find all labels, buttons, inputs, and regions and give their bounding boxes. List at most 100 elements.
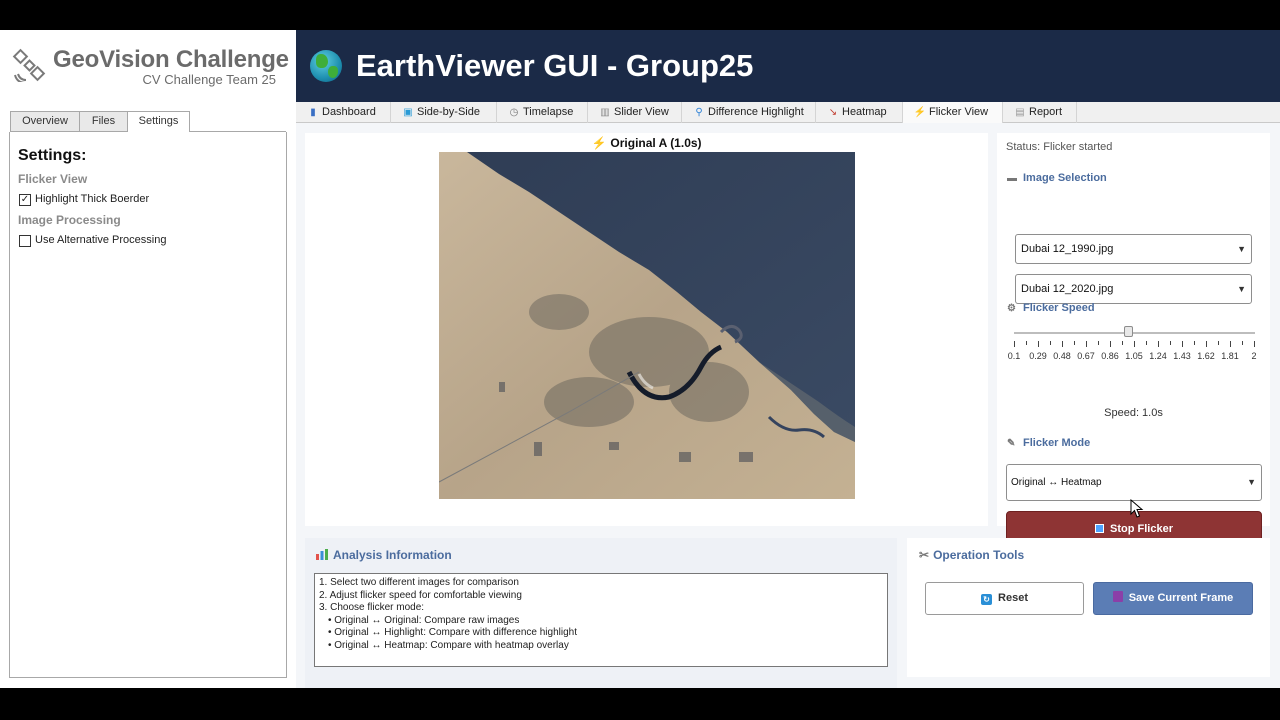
- slider-tick-label: 2: [1251, 351, 1257, 361]
- slider-tick-label: 1.43: [1173, 351, 1191, 361]
- slider-tick-label: 1.62: [1197, 351, 1215, 361]
- image-selection-label: Image Selection: [1023, 172, 1107, 184]
- magnifier-icon: ⚲: [695, 107, 703, 118]
- slider-major-tick: [1134, 341, 1135, 347]
- tab-report[interactable]: ▤ Report: [1003, 102, 1077, 123]
- bar-chart-icon: [316, 549, 328, 560]
- chevron-down-icon: ▼: [1247, 477, 1256, 487]
- tab-flicker-view-label: Flicker View: [929, 106, 989, 118]
- flicker-speed-header: ⚙ Flicker Speed: [1007, 302, 1095, 314]
- sidebar-tabs: Overview Files Settings: [10, 111, 286, 133]
- slider-major-tick: [1014, 341, 1015, 347]
- slider-tick-label: 0.86: [1101, 351, 1119, 361]
- tab-heatmap-label: Heatmap: [842, 106, 887, 118]
- analysis-title: Analysis Information: [333, 548, 452, 562]
- mouse-cursor-icon: [1130, 499, 1144, 518]
- app-window: GeoVision Challenge CV Challenge Team 25…: [0, 30, 1280, 688]
- slider-major-tick: [1110, 341, 1111, 347]
- floppy-disk-icon: [1112, 591, 1123, 602]
- slider-minor-tick: [1074, 341, 1075, 345]
- slider-major-tick: [1038, 341, 1039, 347]
- analysis-line: • Original ↔ Original: Compare raw image…: [328, 614, 520, 626]
- operation-tools-header: ✂ Operation Tools: [919, 548, 1024, 562]
- image-a-value: Dubai 12_1990.jpg: [1021, 243, 1114, 255]
- highlight-thick-border-label: Highlight Thick Boerder: [35, 193, 150, 205]
- tab-overview[interactable]: Overview: [10, 111, 80, 132]
- analysis-text-box: 1. Select two different images for compa…: [314, 573, 888, 667]
- tab-slider-view-label: Slider View: [614, 106, 669, 118]
- stop-flicker-label: Stop Flicker: [1110, 523, 1173, 535]
- logo-subtitle: CV Challenge Team 25: [142, 72, 276, 87]
- save-frame-button[interactable]: Save Current Frame: [1093, 582, 1253, 615]
- tab-difference-highlight[interactable]: ⚲ Difference Highlight: [682, 102, 816, 123]
- slider-minor-tick: [1050, 341, 1051, 345]
- checkbox-unchecked-icon[interactable]: [19, 235, 31, 247]
- slider-minor-tick: [1122, 341, 1123, 345]
- slider-major-tick: [1062, 341, 1063, 347]
- flicker-view-section-label: Flicker View: [18, 172, 88, 186]
- slider-major-tick: [1182, 341, 1183, 347]
- split-view-icon: ▣: [403, 107, 413, 118]
- alternative-processing-label: Use Alternative Processing: [35, 234, 167, 246]
- slider-minor-tick: [1170, 341, 1171, 345]
- flicker-speed-slider-handle[interactable]: [1124, 326, 1134, 337]
- refresh-icon: ↻: [981, 594, 993, 605]
- globe-icon: [310, 50, 342, 82]
- app-title: EarthViewer GUI - Group25: [356, 48, 754, 83]
- analysis-header: Analysis Information: [316, 548, 452, 562]
- satellite-icon: [12, 48, 46, 82]
- sidebar: GeoVision Challenge CV Challenge Team 25…: [0, 30, 296, 688]
- tab-difference-highlight-label: Difference Highlight: [708, 106, 804, 118]
- slider-minor-tick: [1242, 341, 1243, 345]
- tab-timelapse[interactable]: ◷ Timelapse: [497, 102, 588, 123]
- image-b-select[interactable]: Dubai 12_2020.jpg ▼: [1015, 274, 1252, 304]
- tab-heatmap[interactable]: ↘ Heatmap: [816, 102, 903, 123]
- tab-slider-view[interactable]: ▥ Slider View: [588, 102, 682, 123]
- tab-dashboard[interactable]: ▮ Dashboard: [296, 102, 391, 123]
- satellite-image: [439, 152, 855, 499]
- tab-flicker-view[interactable]: ⚡ Flicker View: [903, 102, 1003, 123]
- slider-tick-label: 0.29: [1029, 351, 1047, 361]
- lightning-icon: ⚡: [913, 107, 927, 118]
- image-selection-header: ▬ Image Selection: [1007, 172, 1107, 184]
- slider-major-tick: [1158, 341, 1159, 347]
- analysis-panel: Analysis Information 1. Select two diffe…: [305, 538, 897, 688]
- settings-panel: Settings: Flicker View ✓ Highlight Thick…: [9, 132, 287, 678]
- slider-major-tick: [1206, 341, 1207, 347]
- analysis-line: • Original ↔ Heatmap: Compare with heatm…: [328, 639, 569, 651]
- slider-tick-label: 1.81: [1221, 351, 1239, 361]
- analysis-line: 3. Choose flicker mode:: [319, 602, 425, 613]
- image-icon: ▬: [1007, 173, 1017, 184]
- slider-ticks: [1014, 341, 1255, 349]
- checkbox-checked-icon[interactable]: ✓: [19, 194, 31, 206]
- flicker-mode-select[interactable]: Original ↔ Heatmap ▼: [1006, 464, 1262, 501]
- image-processing-section-label: Image Processing: [18, 213, 121, 227]
- flicker-mode-label: Flicker Mode: [1023, 437, 1091, 449]
- brush-icon: ✎: [1007, 438, 1016, 449]
- reset-button[interactable]: ↻ Reset: [925, 582, 1084, 615]
- logo: GeoVision Challenge CV Challenge Team 25: [10, 46, 289, 106]
- tab-files[interactable]: Files: [79, 111, 128, 132]
- save-frame-label: Save Current Frame: [1128, 592, 1234, 604]
- tab-dashboard-label: Dashboard: [322, 106, 376, 118]
- operation-tools-title: Operation Tools: [933, 548, 1025, 562]
- slider-major-tick: [1230, 341, 1231, 347]
- tab-settings[interactable]: Settings: [127, 111, 190, 133]
- slider-tick-label: 1.24: [1149, 351, 1167, 361]
- analysis-line: • Original ↔ Highlight: Compare with dif…: [328, 627, 577, 638]
- analysis-line: 2. Adjust flicker speed for comfortable …: [319, 589, 522, 601]
- stop-icon: [1095, 524, 1105, 533]
- slider-tick-label: 0.1: [1007, 351, 1021, 361]
- bar-chart-icon: ▮: [310, 107, 316, 118]
- slider-minor-tick: [1146, 341, 1147, 345]
- main-tab-bar: ▮ Dashboard ▣ Side-by-Side ◷ Timelapse ▥ Sli…: [296, 102, 1280, 123]
- slider-tick-label: 0.67: [1077, 351, 1095, 361]
- flicker-speed-slider-track[interactable]: [1014, 332, 1255, 334]
- image-caption: ⚡ Original A (1.0s): [305, 136, 988, 150]
- tab-side-by-side[interactable]: ▣ Side-by-Side: [391, 102, 497, 123]
- tools-icon: ✂: [919, 548, 930, 562]
- image-a-select[interactable]: Dubai 12_1990.jpg ▼: [1015, 234, 1252, 264]
- slider-minor-tick: [1098, 341, 1099, 345]
- document-icon: ▤: [1015, 107, 1025, 118]
- tab-side-by-side-label: Side-by-Side: [417, 106, 480, 118]
